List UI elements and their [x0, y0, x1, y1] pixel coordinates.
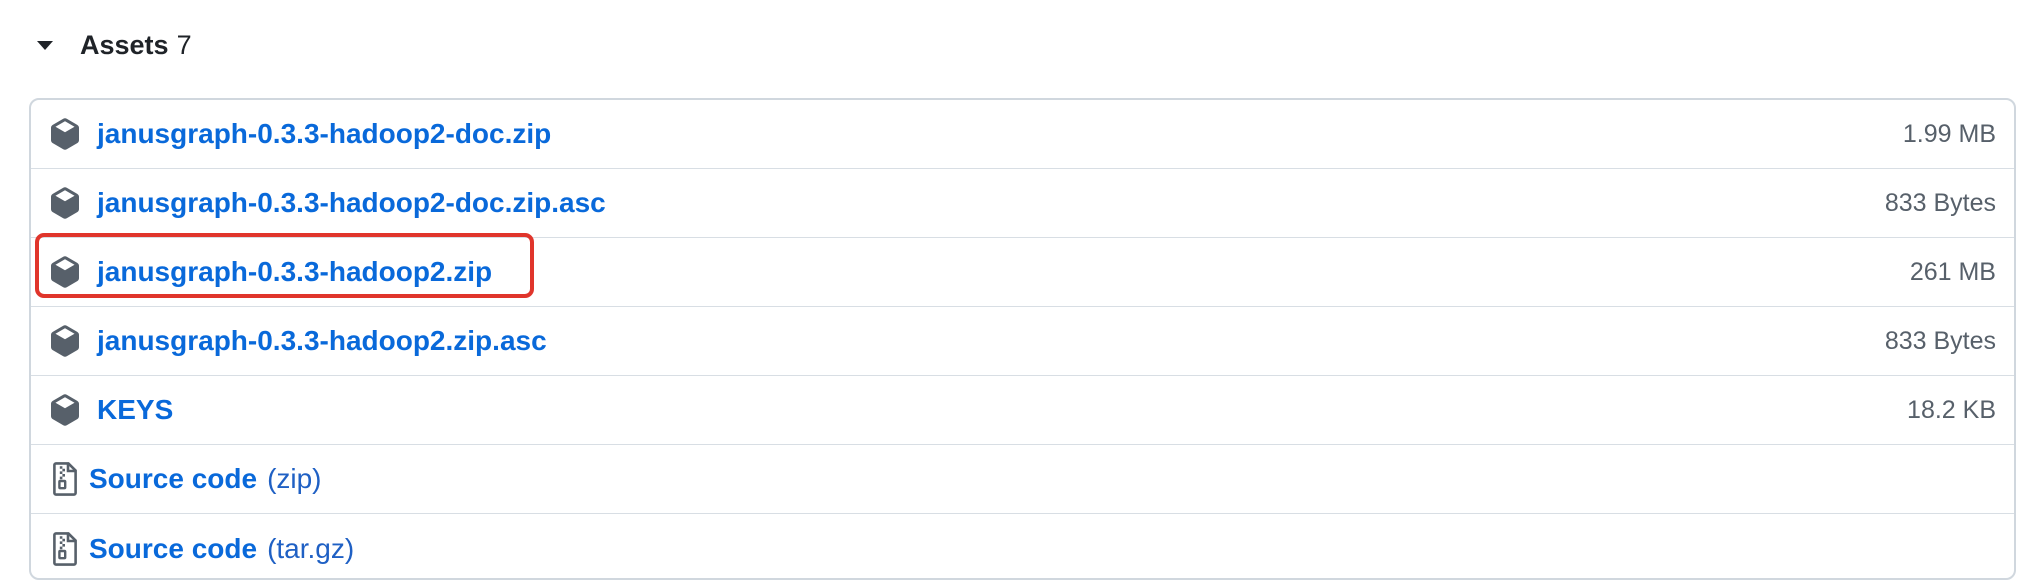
- asset-size: 1.99 MB: [1902, 119, 1996, 148]
- source-code-zip-link[interactable]: Source code: [89, 463, 257, 495]
- asset-size: 833 Bytes: [1884, 188, 1996, 217]
- asset-link[interactable]: janusgraph-0.3.3-hadoop2.zip: [97, 256, 492, 288]
- asset-row: janusgraph-0.3.3-hadoop2-doc.zip.asc 833…: [31, 169, 2014, 238]
- asset-row: janusgraph-0.3.3-hadoop2.zip.asc 833 Byt…: [31, 307, 2014, 376]
- assets-toggle[interactable]: Assets 7: [30, 22, 192, 68]
- package-icon: [51, 256, 79, 288]
- file-zip-icon: [53, 462, 77, 496]
- package-icon: [51, 325, 79, 357]
- asset-size: 261 MB: [1909, 257, 1996, 286]
- asset-size: 18.2 KB: [1907, 395, 1996, 424]
- asset-row: janusgraph-0.3.3-hadoop2.zip 261 MB: [31, 238, 2014, 307]
- package-icon: [51, 118, 79, 150]
- assets-title: Assets: [80, 29, 169, 60]
- source-code-row: Source code (zip): [31, 445, 2014, 514]
- assets-count: 7: [176, 29, 192, 60]
- asset-size: 833 Bytes: [1884, 326, 1996, 355]
- asset-link[interactable]: janusgraph-0.3.3-hadoop2-doc.zip: [97, 118, 551, 150]
- asset-link[interactable]: KEYS: [97, 394, 173, 426]
- source-code-format[interactable]: (tar.gz): [267, 533, 354, 565]
- asset-row: janusgraph-0.3.3-hadoop2-doc.zip 1.99 MB: [31, 100, 2014, 169]
- package-icon: [51, 187, 79, 219]
- asset-row: KEYS 18.2 KB: [31, 376, 2014, 445]
- source-code-format[interactable]: (zip): [267, 463, 321, 495]
- package-icon: [51, 394, 79, 426]
- file-zip-icon: [53, 531, 77, 566]
- caret-down-icon: [37, 40, 53, 50]
- source-code-targz-link[interactable]: Source code: [89, 533, 257, 565]
- assets-list: janusgraph-0.3.3-hadoop2-doc.zip 1.99 MB…: [29, 98, 2016, 580]
- asset-link[interactable]: janusgraph-0.3.3-hadoop2-doc.zip.asc: [97, 187, 606, 219]
- source-code-row: Source code (tar.gz): [31, 514, 2014, 578]
- asset-link[interactable]: janusgraph-0.3.3-hadoop2.zip.asc: [97, 325, 547, 357]
